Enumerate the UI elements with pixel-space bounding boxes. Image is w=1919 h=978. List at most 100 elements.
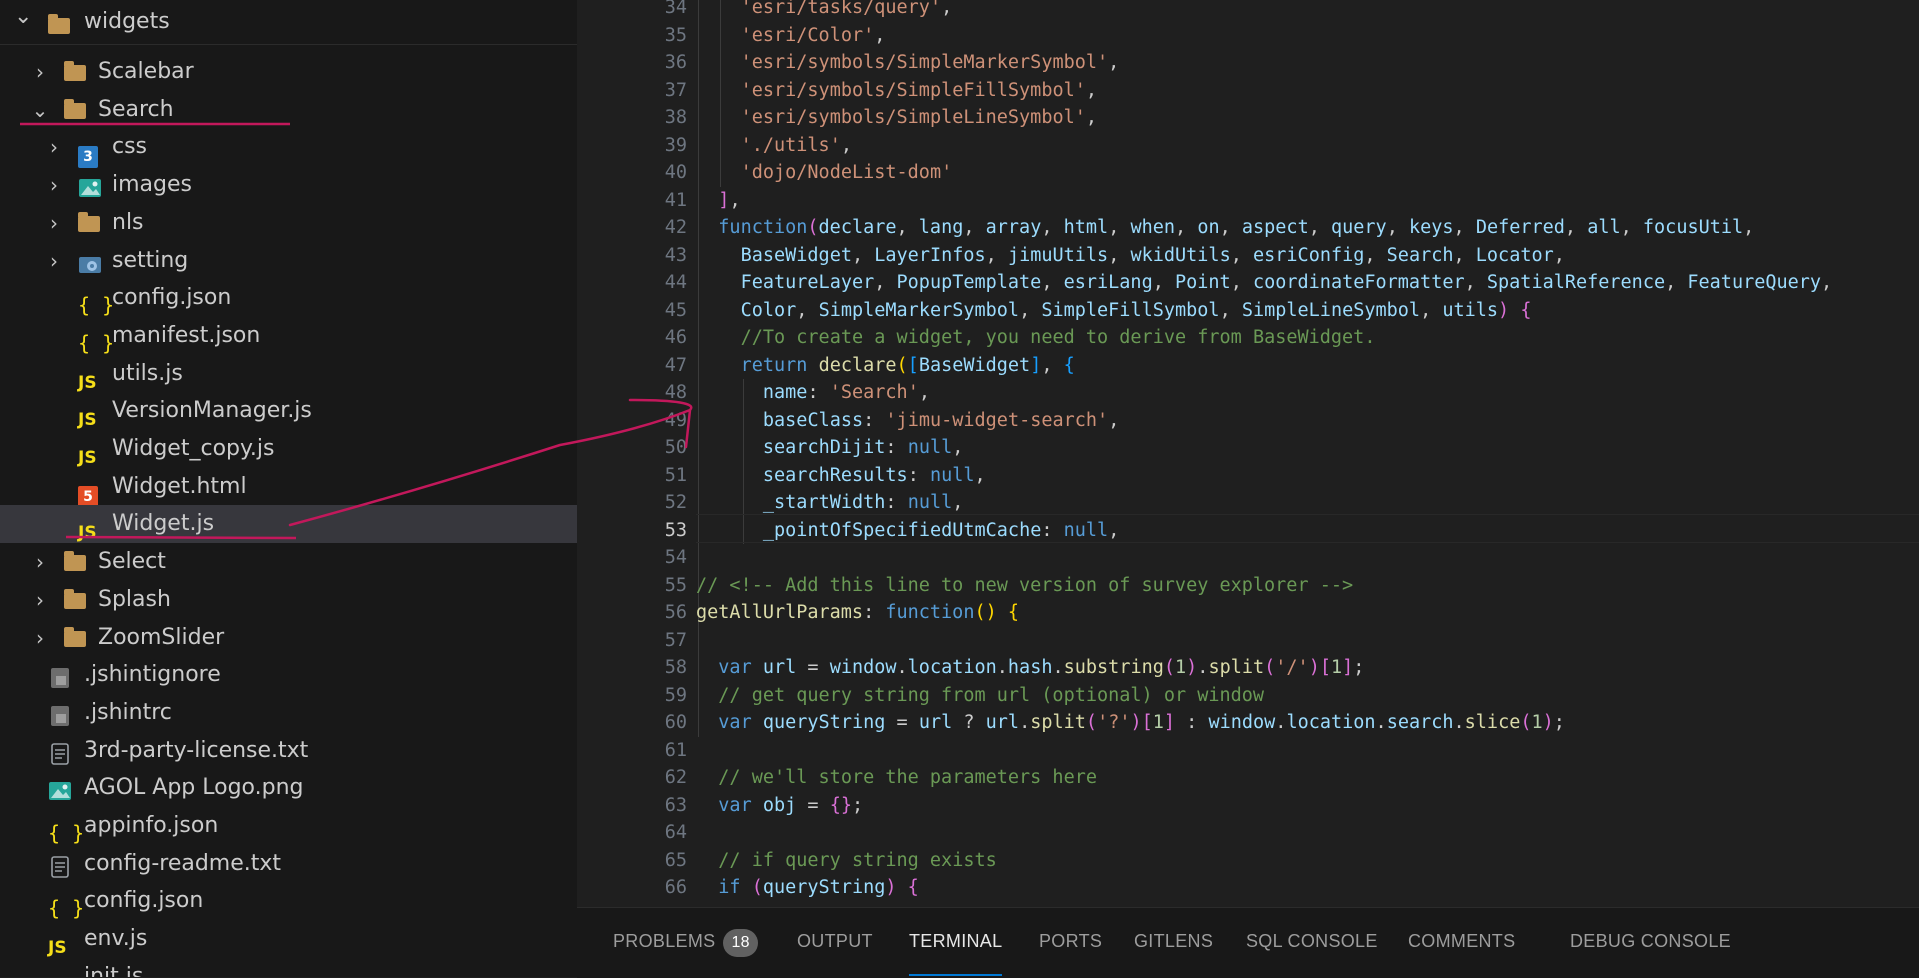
code-token: 'esri/Color'	[740, 24, 875, 46]
code-text: 'esri/symbols/SimpleFillSymbol',	[741, 77, 1097, 105]
code-token: .	[1019, 712, 1031, 733]
code-token: )	[1308, 657, 1320, 678]
tree-item-widget-html[interactable]: 5 Widget.html	[0, 468, 577, 508]
chevron-right-icon[interactable]: ›	[30, 619, 50, 657]
tree-item-jshintrc[interactable]: .jshintrc	[0, 694, 577, 732]
tab-comments[interactable]: COMMENTS	[1408, 908, 1515, 978]
tree-item-nls[interactable]: › nls	[0, 204, 577, 242]
code-line: 55 // <!-- Add this line to new version o…	[577, 572, 1919, 600]
tree-item-manifest-json[interactable]: { } manifest.json	[0, 317, 577, 355]
code-token: ,	[974, 464, 986, 486]
code-token: 1	[1152, 712, 1164, 733]
code-line: 66 if (queryString) {	[577, 874, 1919, 902]
tree-item-config-json[interactable]: { } config.json	[0, 882, 577, 920]
code-token: (	[1520, 712, 1532, 733]
tree-item-agol-app-logo-png[interactable]: AGOL App Logo.png	[0, 769, 577, 807]
code-token: location	[1286, 712, 1376, 733]
tab-problems[interactable]: PROBLEMS 18	[613, 908, 758, 978]
code-line: 49 baseClass: 'jimu-widget-search',	[577, 407, 1919, 435]
folder-icon	[64, 61, 88, 83]
chevron-right-icon[interactable]: ›	[30, 53, 50, 91]
chevron-right-icon[interactable]: ›	[44, 128, 64, 166]
code-token: array	[985, 217, 1042, 238]
tree-item-select[interactable]: › Select	[0, 543, 577, 581]
code-token: SimpleFillSymbol	[1041, 299, 1220, 321]
chevron-right-icon[interactable]: ›	[44, 242, 64, 280]
tab-output[interactable]: OUTPUT	[797, 908, 873, 978]
tree-item-label: config.json	[84, 888, 204, 914]
tree-item-splash[interactable]: › Splash	[0, 581, 577, 619]
line-number: 44	[664, 272, 687, 293]
tree-item-versionmanager-js[interactable]: JS VersionManager.js	[0, 392, 577, 430]
code-token: ,	[874, 24, 886, 46]
code-text: Color, SimpleMarkerSymbol, SimpleFillSym…	[741, 297, 1532, 325]
code-token: declare	[818, 354, 897, 376]
code-token: 1	[1330, 657, 1343, 678]
chevron-down-icon[interactable]: ⌄	[14, 4, 32, 29]
code-line: 38 'esri/symbols/SimpleLineSymbol',	[577, 104, 1919, 132]
code-token: ,	[1108, 409, 1120, 431]
tree-item-scalebar[interactable]: › Scalebar	[0, 53, 577, 91]
code-line: 57	[577, 627, 1919, 655]
folder-icon	[64, 98, 88, 121]
code-token: null	[907, 437, 953, 458]
tree-item-css[interactable]: › 3 css	[0, 128, 577, 169]
tree-item-env-js[interactable]: JS env.js	[0, 920, 577, 958]
tab-ports[interactable]: PORTS	[1039, 908, 1102, 978]
tree-item-utils-js[interactable]: JS utils.js	[0, 355, 577, 393]
code-token: url	[985, 712, 1020, 733]
tree-item-widget-js[interactable]: JS Widget.js	[0, 505, 577, 544]
tree-item-label: utils.js	[112, 360, 183, 386]
tree-item-jshintignore[interactable]: .jshintignore	[0, 656, 577, 694]
tree-item-widget-copy-js[interactable]: JS Widget_copy.js	[0, 430, 577, 468]
code-token: coordinateFormatter	[1252, 272, 1465, 293]
code-token: Point	[1175, 272, 1231, 293]
code-text: //To create a widget, you need to derive…	[741, 324, 1376, 352]
chevron-right-icon[interactable]: ›	[30, 543, 50, 581]
tab-label: SQL CONSOLE	[1246, 931, 1378, 951]
code-text: searchDijit: null,	[763, 434, 964, 462]
explorer-root-row[interactable]: ⌄ widgets	[0, 0, 577, 45]
line-number: 51	[664, 464, 687, 486]
code-token: // we'll store the parameters here	[718, 767, 1097, 788]
code-text: searchResults: null,	[763, 462, 986, 490]
line-number: 54	[664, 547, 687, 568]
tab-sql-console[interactable]: SQL CONSOLE	[1246, 908, 1378, 978]
json-file-icon: { }	[48, 821, 85, 845]
code-line: 51 searchResults: null,	[577, 462, 1919, 490]
line-number: 47	[664, 354, 687, 376]
tree-item-zoomslider[interactable]: › ZoomSlider	[0, 619, 577, 657]
code-line: 65 // if query string exists	[577, 847, 1919, 875]
tree-item-3rd-party-license-txt[interactable]: 3rd-party-license.txt	[0, 732, 577, 770]
chevron-right-icon[interactable]: ›	[44, 204, 64, 242]
chevron-right-icon[interactable]: ›	[44, 166, 64, 204]
code-editor[interactable]: 34 'esri/tasks/query', 35 'esri/Color', 36 'e…	[577, 0, 1919, 907]
code-token: 1	[1531, 712, 1543, 733]
code-token: var	[718, 712, 752, 733]
json-file-icon: { }	[78, 293, 115, 318]
code-token: ,	[1230, 272, 1253, 293]
tab-terminal[interactable]: TERMINAL	[909, 908, 1003, 976]
chevron-down-icon[interactable]: ⌄	[30, 91, 50, 129]
code-token: :	[885, 492, 908, 513]
tree-item-appinfo-json[interactable]: { } appinfo.json	[0, 807, 577, 845]
tree-item-label: appinfo.json	[84, 813, 219, 838]
tree-item-config-json[interactable]: { } config.json	[0, 279, 577, 317]
code-token: searchResults	[762, 464, 908, 486]
tab-debug-console[interactable]: DEBUG CONSOLE	[1570, 908, 1731, 978]
code-line: 46 //To create a widget, you need to deri…	[577, 324, 1919, 352]
tree-item-config-readme-txt[interactable]: config-readme.txt	[0, 845, 577, 883]
line-number: 53	[664, 519, 687, 541]
line-number: 62	[664, 767, 687, 788]
tree-item-init-js[interactable]: JS init.js	[0, 958, 577, 977]
tab-gitlens[interactable]: GITLENS	[1134, 908, 1213, 978]
tree-item-images[interactable]: › images	[0, 166, 577, 204]
tree-item-search[interactable]: ⌄ Search	[0, 91, 577, 129]
chevron-right-icon[interactable]: ›	[30, 581, 50, 619]
code-token: ,	[840, 134, 852, 156]
tree-item-label: Widget_copy.js	[112, 436, 275, 461]
tree-item-setting[interactable]: › setting	[0, 242, 577, 280]
code-token: aspect	[1241, 217, 1309, 238]
